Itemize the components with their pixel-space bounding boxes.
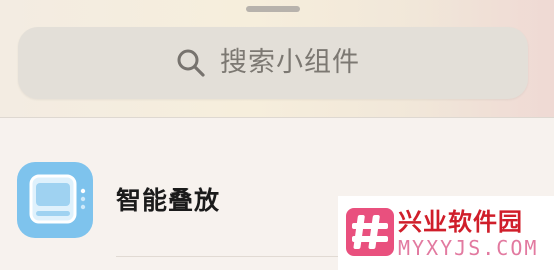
watermark: 兴业软件园 MYXYJS.COM bbox=[338, 196, 554, 270]
smart-stack-icon[interactable] bbox=[17, 162, 93, 238]
watermark-name: 兴业软件园 bbox=[398, 208, 523, 236]
search-icon bbox=[177, 49, 205, 77]
sheet-grabber[interactable] bbox=[246, 6, 300, 12]
widget-title-smart-stack[interactable]: 智能叠放 bbox=[116, 184, 220, 218]
watermark-url: MYXYJS.COM bbox=[398, 236, 539, 260]
smart-stack-icon-graphic bbox=[29, 174, 86, 224]
search-placeholder[interactable]: 搜索小组件 bbox=[220, 44, 360, 82]
hash-logo-icon bbox=[346, 208, 394, 256]
